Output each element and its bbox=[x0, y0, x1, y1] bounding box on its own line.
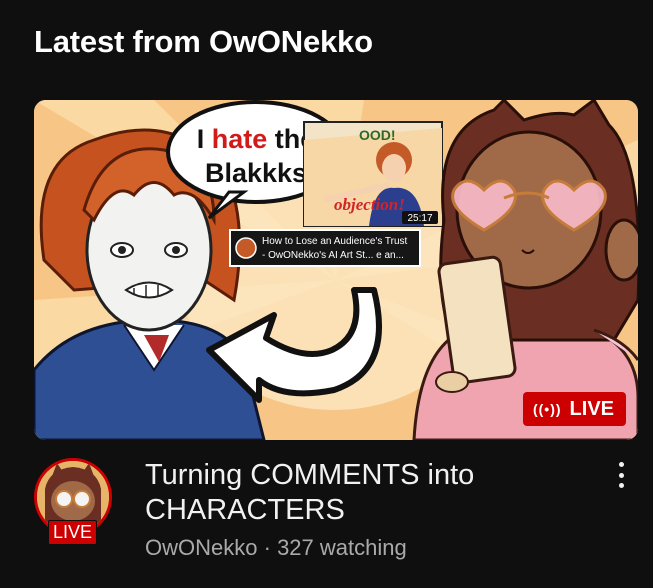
inner-banner: objection! bbox=[334, 195, 405, 214]
inner-title-line1: How to Lose an Audience's Trust bbox=[262, 236, 408, 247]
live-badge: ((•)) LIVE bbox=[522, 392, 626, 426]
thumbnail-art: I hate the Blakkks OOD! objection! 25:17… bbox=[34, 100, 638, 440]
meta-separator: · bbox=[263, 535, 271, 560]
speech-hate-word: hate bbox=[212, 124, 268, 154]
speech-line2: Blakkks bbox=[205, 158, 307, 188]
channel-name[interactable]: OwONekko bbox=[145, 535, 257, 560]
speech-hate-prefix: I bbox=[197, 124, 212, 154]
more-options-icon[interactable] bbox=[611, 460, 631, 490]
svg-text:I hate the: I hate the bbox=[197, 124, 316, 154]
section-title: Latest from OwONekko bbox=[34, 24, 373, 59]
inner-banner-top: OOD! bbox=[359, 127, 396, 143]
broadcast-icon: ((•)) bbox=[532, 401, 562, 417]
inner-duration: 25:17 bbox=[407, 213, 432, 224]
video-thumbnail[interactable]: I hate the Blakkks OOD! objection! 25:17… bbox=[34, 100, 638, 440]
inner-title-line2: - OwONekko's AI Art St... e an... bbox=[262, 250, 404, 261]
video-title[interactable]: Turning COMMENTS into CHARACTERS bbox=[145, 458, 585, 528]
watching-count: 327 watching bbox=[277, 535, 407, 560]
live-badge-label: LIVE bbox=[569, 397, 614, 420]
channel-avatar-link[interactable]: LIVE bbox=[34, 458, 118, 545]
avatar-live-badge: LIVE bbox=[48, 520, 98, 545]
channel-line: OwONekko · 327 watching bbox=[145, 535, 407, 561]
